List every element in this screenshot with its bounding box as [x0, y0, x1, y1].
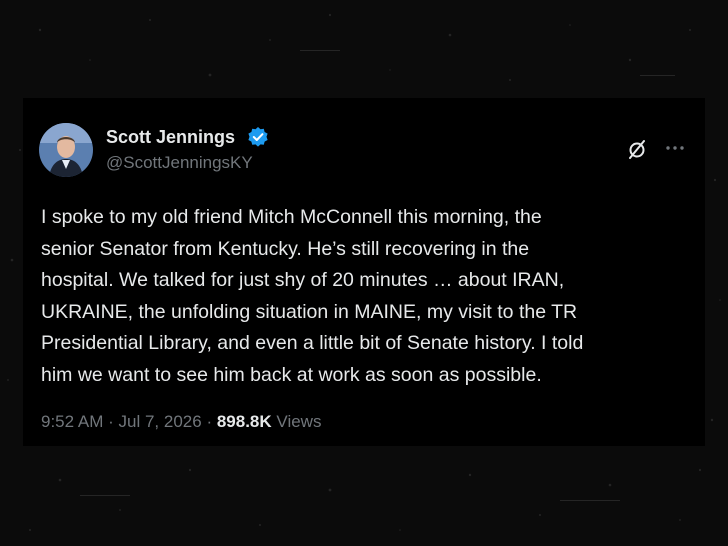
tweet-text-line: hospital. We talked for just shy of 20 m…	[41, 269, 565, 291]
meta-separator: ·	[206, 412, 213, 431]
tweet-card[interactable]: Scott Jennings @ScottJenningsKY I spoke …	[23, 98, 705, 446]
display-name[interactable]: Scott Jennings	[106, 127, 235, 148]
avatar[interactable]	[39, 123, 93, 177]
tweet-meta: 9:52 AM · Jul 7, 2026 · 898.8K Views	[41, 412, 321, 432]
tweet-text-line: UKRAINE, the unfolding situation in MAIN…	[41, 300, 578, 323]
views-count[interactable]: 898.8K	[217, 412, 272, 431]
author-handle[interactable]: @ScottJenningsKY	[106, 153, 253, 173]
tweet-text: I spoke to my old friend Mitch McConnell…	[41, 202, 701, 391]
more-options-icon[interactable]	[664, 140, 686, 156]
tweet-text-line: I spoke to my old friend Mitch McConnell…	[41, 206, 542, 228]
tweet-text-line: senior Senator from Kentucky. He’s still…	[41, 237, 530, 260]
grok-icon[interactable]	[626, 138, 648, 160]
tweet-text-line: Presidential Library, and even a little …	[41, 332, 584, 354]
tweet-text-line: him we want to see him back at work as s…	[41, 363, 542, 386]
meta-separator: ·	[108, 412, 114, 431]
verified-badge-icon	[248, 127, 268, 147]
tweet-date[interactable]: Jul 7, 2026	[119, 412, 202, 431]
views-label: Views	[276, 412, 322, 431]
tweet-time[interactable]: 9:52 AM	[41, 412, 103, 431]
